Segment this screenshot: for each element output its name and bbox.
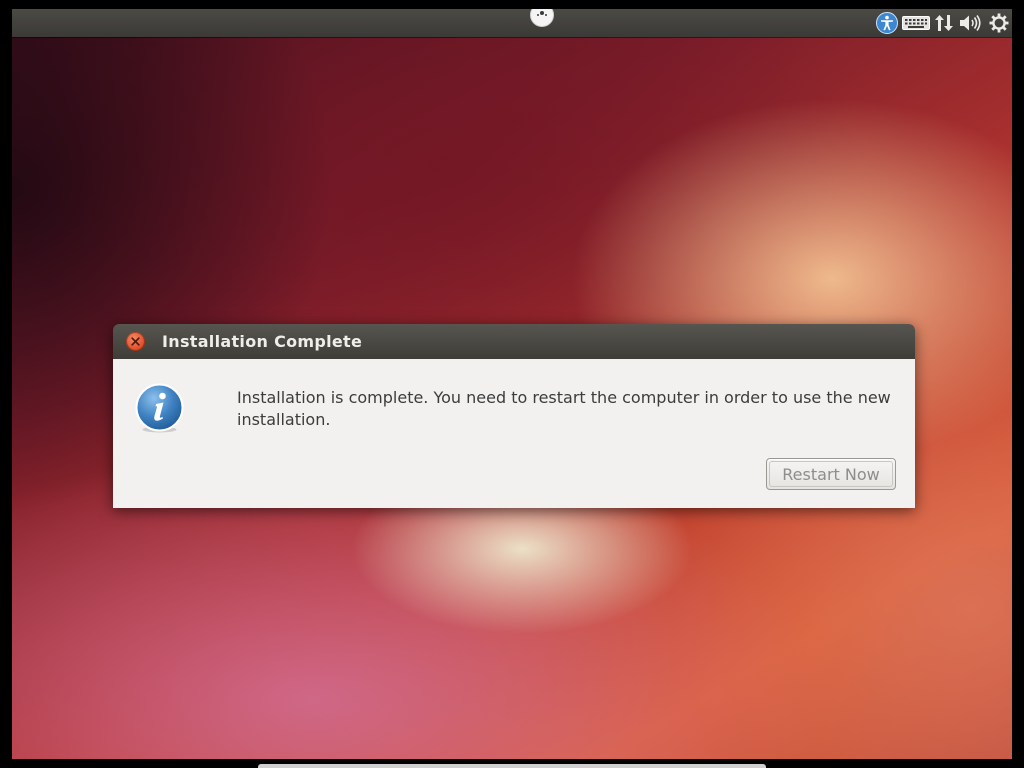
- universal-access-icon[interactable]: [874, 11, 900, 35]
- close-icon[interactable]: [126, 332, 145, 351]
- installer-slideshow-icon: [530, 9, 554, 27]
- dialog-message: Installation is complete. You need to re…: [237, 388, 891, 429]
- restart-now-button[interactable]: Restart Now: [766, 458, 896, 490]
- session-gear-icon[interactable]: [986, 11, 1012, 35]
- dialog-title: Installation Complete: [162, 332, 363, 351]
- installation-complete-dialog: Installation Complete Installation is co…: [113, 324, 915, 508]
- info-icon: [134, 383, 185, 434]
- sound-icon[interactable]: [956, 11, 984, 35]
- bottom-edge-bar: [258, 764, 766, 768]
- keyboard-icon[interactable]: [899, 11, 933, 35]
- dialog-titlebar: Installation Complete: [113, 324, 915, 359]
- desktop-screen: Installation Complete Installation is co…: [12, 9, 1012, 759]
- network-icon[interactable]: [931, 11, 957, 35]
- dialog-body: Installation is complete. You need to re…: [113, 359, 915, 508]
- top-panel: [12, 9, 1012, 37]
